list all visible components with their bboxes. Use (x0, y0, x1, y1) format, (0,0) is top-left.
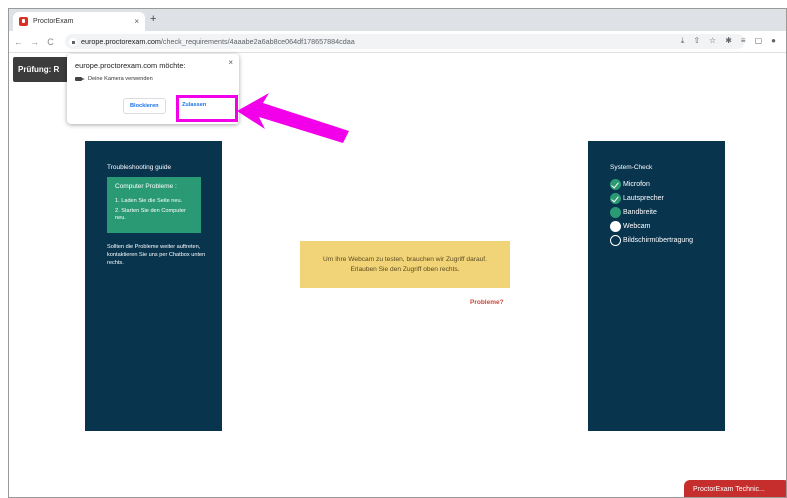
webcam-notice: Um Ihre Webcam zu testen, brauchen wir Z… (300, 241, 510, 288)
reading-list-icon[interactable]: ≡ (741, 36, 746, 46)
problem-step: 1. Laden Sie die Seite neu. (115, 198, 183, 204)
camera-icon (75, 77, 85, 81)
check-item-bandbreite: Bandbreite (610, 207, 703, 218)
allow-highlight-box (176, 95, 238, 122)
tab-close-icon[interactable]: × (134, 17, 139, 26)
forward-button[interactable]: → (28, 37, 41, 47)
check-label: Webcam (623, 223, 651, 230)
check-label: Bildschirmübertragung (623, 237, 694, 244)
profile-icon[interactable]: ● (771, 36, 776, 46)
tab-title: ProctorExam (33, 18, 74, 25)
check-label: Lautsprecher (623, 195, 664, 202)
reload-button[interactable]: C (44, 37, 57, 47)
pointer-arrow-icon (237, 93, 349, 143)
new-tab-button[interactable]: + (150, 13, 156, 25)
check-active-icon (610, 221, 621, 232)
share-icon[interactable]: ⇧ (693, 36, 700, 46)
check-item-webcam: Webcam (610, 221, 703, 232)
popup-close-icon[interactable]: × (228, 58, 233, 67)
download-icon[interactable]: ⤓ (681, 36, 685, 46)
problems-link[interactable]: Probleme? (470, 299, 504, 306)
check-pending-icon (610, 235, 621, 246)
computer-problems-title: Computer Probleme : (115, 183, 177, 190)
camera-permission-label: Deine Kamera verwenden (88, 76, 153, 82)
computer-problems-box: Computer Probleme : 1. Laden Sie die Sei… (107, 177, 201, 233)
browser-toolbar: ← → C europe.proctorexam.com/check_requi… (9, 31, 786, 53)
extensions-icon[interactable]: ✱ (725, 36, 732, 46)
popup-title: europe.proctorexam.com möchte: (75, 61, 186, 70)
troubleshooting-title: Troubleshooting guide (107, 164, 172, 171)
bookmark-star-icon[interactable]: ☆ (709, 36, 716, 46)
url-host: europe.proctorexam.com (81, 37, 161, 46)
troubleshooting-panel: Troubleshooting guide Computer Probleme … (85, 141, 222, 431)
check-item-lautsprecher: Lautsprecher (610, 193, 703, 204)
url-path: /check_requirements/4aaabe2a6ab8ce064df1… (160, 37, 355, 46)
proctorexam-favicon-icon (19, 17, 28, 26)
tech-support-chat-button[interactable]: ProctorExam Technic... (684, 480, 786, 497)
check-item-bildschirm: Bildschirmübertragung (610, 235, 703, 246)
system-check-title: System-Check (610, 164, 653, 171)
problem-steps: 1. Laden Sie die Seite neu. 2. Starten S… (115, 198, 193, 223)
check-ok-icon (610, 179, 621, 190)
site-info-icon[interactable] (69, 37, 77, 46)
back-button[interactable]: ← (12, 37, 25, 47)
tab-strip: ProctorExam × + (9, 9, 786, 31)
check-label: Microfon (623, 181, 650, 188)
side-panel-icon[interactable]: ▢ (755, 36, 763, 46)
camera-permission-row: Deine Kamera verwenden (75, 76, 231, 82)
check-label: Bandbreite (623, 209, 657, 216)
browser-tab[interactable]: ProctorExam × (13, 12, 145, 31)
problem-step: 2. Starten Sie den Computer neu. (115, 207, 186, 222)
system-check-panel: System-Check Microfon Lautsprecher Bandb… (588, 141, 725, 431)
check-ok-icon (610, 193, 621, 204)
block-button[interactable]: Blockieren (123, 98, 166, 114)
address-bar[interactable]: europe.proctorexam.com/check_requirement… (65, 34, 745, 49)
check-progress-icon (610, 207, 621, 218)
troubleshooting-footer: Sollten die Probleme weiter auftreten, k… (107, 243, 206, 266)
system-check-list: Microfon Lautsprecher Bandbreite Webcam … (610, 179, 703, 246)
check-item-microfon: Microfon (610, 179, 703, 190)
browser-window: ProctorExam × + ← → C europe.proctorexam… (8, 8, 787, 498)
toolbar-icons: ⤓ ⇧ ☆ ✱ ≡ ▢ ● (681, 36, 776, 46)
